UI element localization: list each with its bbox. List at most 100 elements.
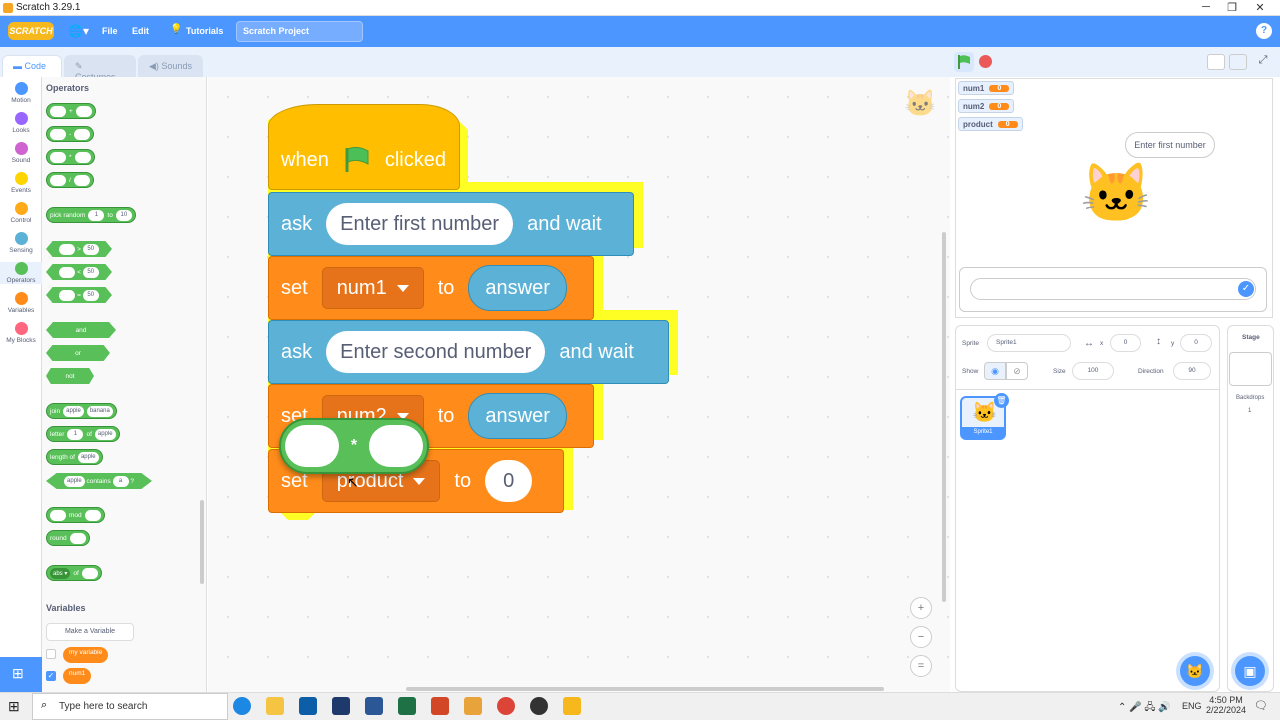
sublime-icon[interactable] bbox=[464, 697, 482, 715]
taskbar-search[interactable]: ⌕ Type here to search bbox=[32, 693, 228, 720]
ask-block-2[interactable]: ask Enter second number and wait bbox=[268, 320, 669, 384]
not-block[interactable]: not bbox=[46, 368, 94, 384]
answer-input[interactable] bbox=[970, 278, 1256, 300]
edit-menu[interactable]: Edit bbox=[132, 26, 149, 36]
stop-button[interactable] bbox=[979, 55, 992, 68]
less-than-block[interactable]: < 50 bbox=[46, 264, 112, 280]
category-looks[interactable]: Looks bbox=[0, 112, 42, 134]
divide-block[interactable]: / bbox=[46, 172, 94, 188]
direction-input[interactable]: 90 bbox=[1173, 362, 1211, 380]
category-variables[interactable]: Variables bbox=[0, 292, 42, 314]
chrome-icon[interactable] bbox=[497, 697, 515, 715]
file-explorer-icon[interactable] bbox=[266, 697, 284, 715]
add-sprite-button[interactable]: 🐱 bbox=[1180, 656, 1210, 686]
make-variable-button[interactable]: Make a Variable bbox=[46, 623, 134, 641]
mod-block[interactable]: mod bbox=[46, 507, 105, 523]
word-icon[interactable] bbox=[365, 697, 383, 715]
show-visible-eye-icon[interactable]: ◉ bbox=[984, 362, 1006, 380]
ask-block-1[interactable]: ask Enter first number and wait bbox=[268, 192, 634, 256]
zoom-out-button[interactable]: − bbox=[910, 626, 932, 648]
hide-eye-icon[interactable]: ⊘ bbox=[1006, 362, 1028, 380]
fullscreen-icon[interactable]: ⤢ bbox=[1254, 54, 1272, 70]
close-button[interactable]: ✕ bbox=[1250, 1, 1270, 14]
dragging-multiply-block[interactable]: * bbox=[279, 418, 429, 474]
answer-reporter-1[interactable]: answer bbox=[468, 265, 567, 311]
multiply-block[interactable]: * bbox=[46, 149, 95, 165]
category-motion[interactable]: Motion bbox=[0, 82, 42, 104]
pick-random-block[interactable]: pick random 1 to 10 bbox=[46, 207, 136, 223]
sprite-name-input[interactable]: Sprite1 bbox=[987, 334, 1071, 352]
workspace-vscroll[interactable] bbox=[942, 232, 946, 602]
windows-start-icon[interactable]: ⊞ bbox=[8, 698, 20, 715]
zoom-in-button[interactable]: + bbox=[910, 597, 932, 619]
x-input[interactable]: 0 bbox=[1110, 334, 1141, 352]
set-variable-block-1[interactable]: set num1 to answer bbox=[268, 256, 594, 320]
workspace-hscroll[interactable] bbox=[406, 687, 884, 691]
tab-costumes[interactable]: ✎ Costumes bbox=[64, 55, 136, 82]
category-sensing[interactable]: Sensing bbox=[0, 232, 42, 254]
round-block[interactable]: round bbox=[46, 530, 90, 546]
math-function-block[interactable]: abs ▾ of bbox=[46, 565, 102, 581]
multiply-input-right[interactable] bbox=[368, 425, 423, 467]
tab-code[interactable]: ▬ Code bbox=[2, 55, 62, 77]
add-extension-button[interactable]: ⊞ bbox=[0, 657, 42, 692]
media-icon[interactable] bbox=[530, 697, 548, 715]
green-flag-button[interactable] bbox=[954, 52, 974, 72]
ask-input-2[interactable]: Enter second number bbox=[326, 331, 546, 373]
globe-icon[interactable]: 🌐▾ bbox=[68, 24, 89, 38]
file-menu[interactable]: File bbox=[102, 26, 118, 36]
add-backdrop-button[interactable]: ▣ bbox=[1235, 656, 1265, 686]
contains-block[interactable]: apple contains a ? bbox=[46, 473, 152, 489]
zoom-reset-button[interactable]: = bbox=[910, 655, 932, 677]
scratch-cat-sprite-icon[interactable]: 🐱 bbox=[1080, 160, 1152, 228]
join-block[interactable]: join apple banana bbox=[46, 403, 117, 419]
delete-sprite-icon[interactable]: 🗑 bbox=[994, 393, 1009, 408]
my-variable-block[interactable]: my variable bbox=[63, 647, 109, 663]
or-block[interactable]: or bbox=[46, 345, 110, 361]
palette-scrollbar[interactable] bbox=[200, 500, 204, 584]
help-icon[interactable]: ? bbox=[1256, 23, 1272, 39]
notification-icon[interactable]: 🗨 bbox=[1254, 699, 1268, 712]
powerpoint-icon[interactable] bbox=[431, 697, 449, 715]
my-variable-checkbox[interactable] bbox=[46, 649, 56, 659]
language-indicator[interactable]: ENG bbox=[1182, 701, 1202, 711]
and-block[interactable]: and bbox=[46, 322, 116, 338]
add-block[interactable]: + bbox=[46, 103, 96, 119]
check-icon[interactable]: ✓ bbox=[1238, 281, 1254, 297]
set-value-input[interactable]: 0 bbox=[485, 460, 533, 502]
tab-sounds[interactable]: ◀) Sounds bbox=[138, 55, 203, 77]
category-events[interactable]: Events bbox=[0, 172, 42, 194]
excel-icon[interactable] bbox=[398, 697, 416, 715]
answer-reporter-2[interactable]: answer bbox=[468, 393, 567, 439]
scratch-taskbar-icon[interactable] bbox=[563, 697, 581, 715]
tutorials-menu[interactable]: Tutorials bbox=[186, 26, 223, 36]
size-input[interactable]: 100 bbox=[1072, 362, 1114, 380]
edge-icon[interactable] bbox=[233, 697, 251, 715]
length-of-block[interactable]: length of apple bbox=[46, 449, 103, 465]
variable-dropdown-1[interactable]: num1 bbox=[321, 267, 424, 309]
subtract-block[interactable]: - bbox=[46, 126, 95, 142]
small-stage-button[interactable] bbox=[1207, 54, 1225, 70]
category-my-blocks[interactable]: My Blocks bbox=[0, 322, 42, 344]
when-flag-clicked-block[interactable]: when clicked bbox=[268, 104, 460, 190]
clock[interactable]: 4:50 PM 2/22/2024 bbox=[1204, 695, 1248, 715]
category-sound[interactable]: Sound bbox=[0, 142, 42, 164]
y-input[interactable]: 0 bbox=[1180, 334, 1212, 352]
category-operators[interactable]: Operators bbox=[0, 262, 42, 284]
ask-input-1[interactable]: Enter first number bbox=[326, 203, 514, 245]
app-icon[interactable] bbox=[332, 697, 350, 715]
backdrop-thumbnail[interactable] bbox=[1229, 352, 1272, 386]
greater-than-block[interactable]: > 50 bbox=[46, 241, 112, 257]
project-title-input[interactable]: Scratch Project bbox=[236, 21, 363, 42]
maximize-button[interactable]: ❐ bbox=[1222, 1, 1242, 14]
equals-block[interactable]: = 50 bbox=[46, 287, 112, 303]
scratch-logo[interactable]: SCRATCH bbox=[8, 22, 54, 40]
system-tray-icons[interactable]: ⌃ 🎤 🖧 🔊 bbox=[1118, 700, 1171, 717]
minimize-button[interactable]: ─ bbox=[1196, 1, 1216, 13]
multiply-input-left[interactable] bbox=[285, 425, 339, 467]
letter-of-block[interactable]: letter 1 of apple bbox=[46, 426, 120, 442]
store-icon[interactable] bbox=[299, 697, 317, 715]
num1-checkbox[interactable]: ✓ bbox=[46, 671, 56, 681]
num1-variable-block[interactable]: num1 bbox=[63, 668, 92, 684]
category-control[interactable]: Control bbox=[0, 202, 42, 224]
